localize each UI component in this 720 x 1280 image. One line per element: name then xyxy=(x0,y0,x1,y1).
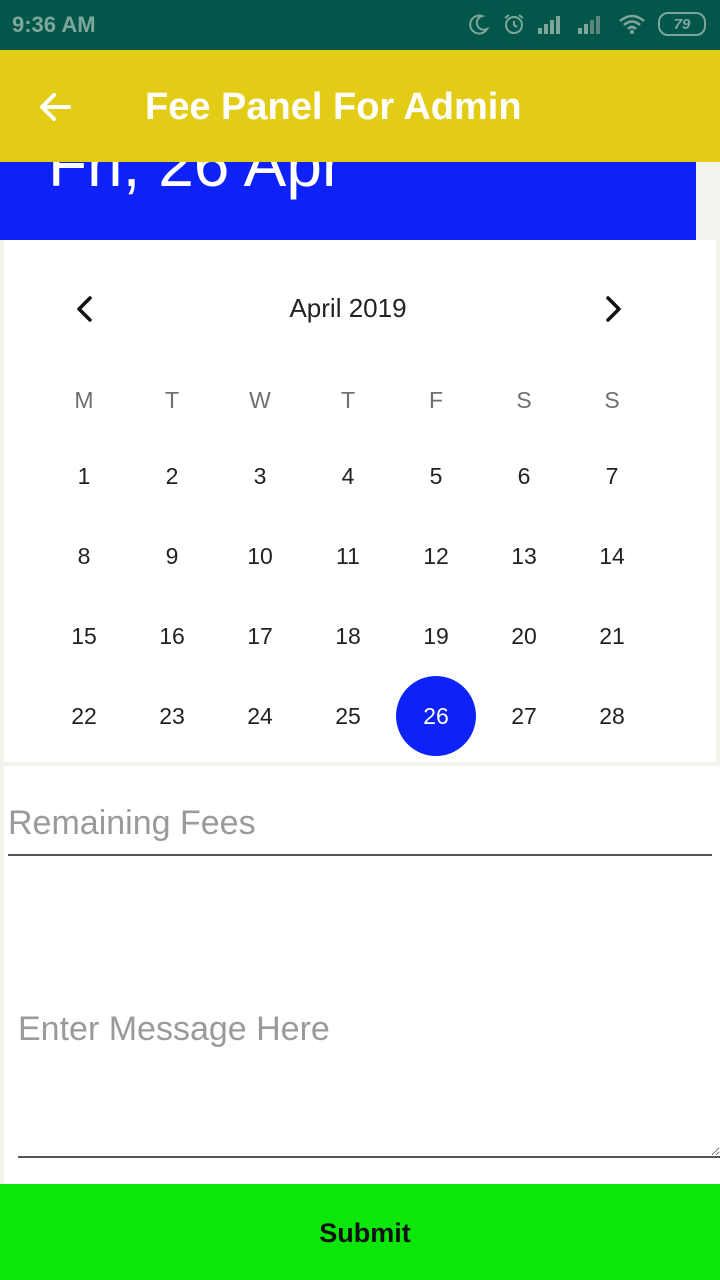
calendar-day[interactable]: 7 xyxy=(572,461,652,491)
calendar-day[interactable]: 22 xyxy=(44,701,124,731)
signal-icon xyxy=(538,16,560,34)
calendar-day[interactable]: 20 xyxy=(484,621,564,651)
calendar-day[interactable]: 10 xyxy=(220,541,300,571)
calendar-day[interactable]: 24 xyxy=(220,701,300,731)
submit-button[interactable]: Submit xyxy=(0,1184,720,1280)
remaining-fees-input[interactable] xyxy=(8,796,712,856)
calendar-day[interactable]: 23 xyxy=(132,701,212,731)
calendar-day[interactable]: 1 xyxy=(44,461,124,491)
moon-icon xyxy=(469,14,490,35)
calendar-day[interactable]: 12 xyxy=(396,541,476,571)
status-time: 9:36 AM xyxy=(12,12,96,37)
app-toolbar: Fee Panel For Admin xyxy=(0,50,720,162)
calendar-day[interactable]: 25 xyxy=(308,701,388,731)
calendar-day[interactable]: 13 xyxy=(484,541,564,571)
weekday-label: M xyxy=(74,387,94,413)
calendar-day[interactable]: 18 xyxy=(308,621,388,651)
chevron-right-icon xyxy=(606,296,621,322)
calendar-day[interactable]: 19 xyxy=(396,621,476,651)
weekday-label: S xyxy=(516,387,532,413)
page-title: Fee Panel For Admin xyxy=(145,86,522,128)
calendar-day[interactable]: 5 xyxy=(396,461,476,491)
weekday-label: S xyxy=(604,387,620,413)
calendar-day[interactable]: 27 xyxy=(484,701,564,731)
weekday-label: W xyxy=(249,387,271,413)
calendar-day[interactable]: 15 xyxy=(44,621,124,651)
status-icons: 79 xyxy=(468,12,706,36)
calendar-day[interactable]: 8 xyxy=(44,541,124,571)
calendar-day[interactable]: 2 xyxy=(132,461,212,491)
app-screen: 9:36 AM 79 Fri, 26 Apr Fee Panel For Adm… xyxy=(0,0,720,1280)
calendar-day[interactable]: 3 xyxy=(220,461,300,491)
alarm-icon xyxy=(504,14,524,34)
weekday-label: T xyxy=(340,387,356,413)
calendar-day[interactable]: 14 xyxy=(572,541,652,571)
calendar-day[interactable]: 17 xyxy=(220,621,300,651)
fee-form xyxy=(4,766,720,1184)
calendar-day[interactable]: 6 xyxy=(484,461,564,491)
calendar-day[interactable]: 4 xyxy=(308,461,388,491)
calendar-day[interactable]: 28 xyxy=(572,701,652,731)
weekday-label: T xyxy=(164,387,180,413)
weekday-label: F xyxy=(428,387,444,413)
message-input[interactable] xyxy=(18,1006,720,1158)
battery-icon: 79 xyxy=(658,12,706,36)
calendar-day[interactable]: 11 xyxy=(308,541,388,571)
arrow-back-icon xyxy=(40,93,71,121)
signal-icon xyxy=(578,16,600,34)
status-bar: 9:36 AM 79 xyxy=(0,0,720,50)
submit-label: Submit xyxy=(319,1218,411,1248)
calendar: April 2019 M T W T F S S 1 2 3 4 5 6 7 8… xyxy=(4,240,716,762)
calendar-day[interactable]: 16 xyxy=(132,621,212,651)
calendar-day-selected[interactable]: 26 xyxy=(396,701,476,731)
next-month-button[interactable] xyxy=(588,284,638,334)
back-button[interactable] xyxy=(26,78,84,136)
calendar-day[interactable]: 21 xyxy=(572,621,652,651)
wifi-icon xyxy=(619,14,645,34)
calendar-day[interactable]: 9 xyxy=(132,541,212,571)
